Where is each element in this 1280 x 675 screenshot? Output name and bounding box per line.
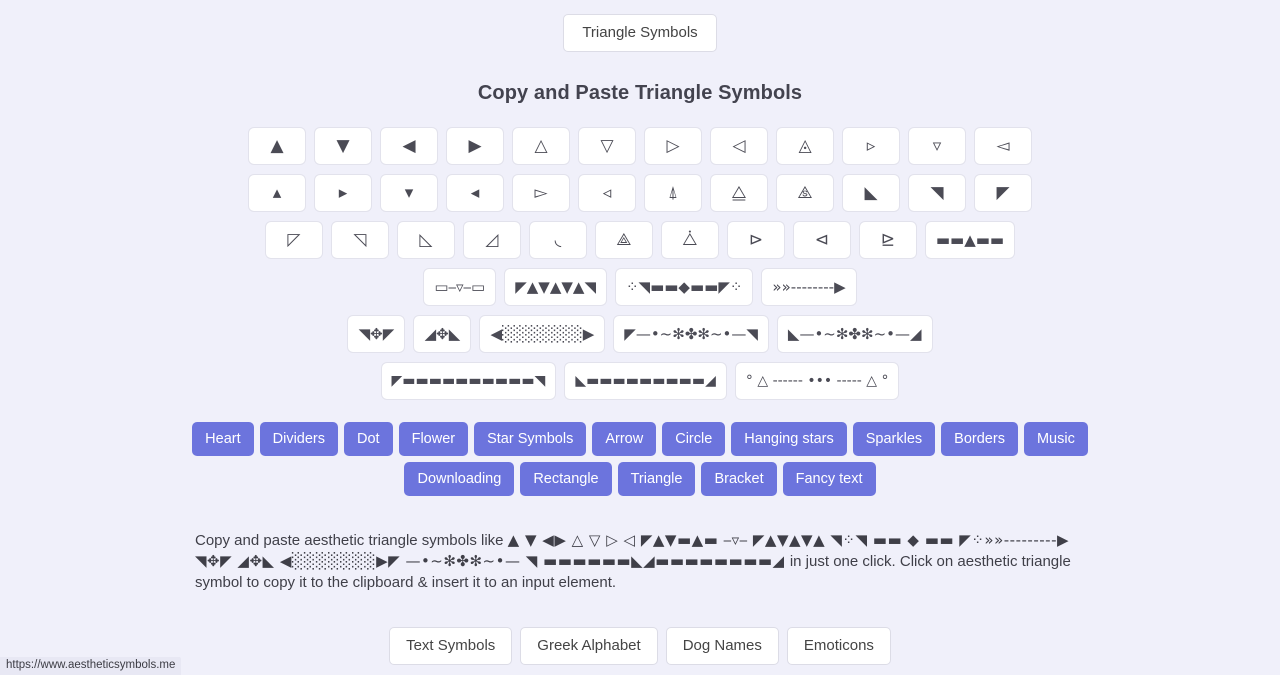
symbol-tile[interactable]: ⧊: [660, 221, 719, 259]
symbol-tile[interactable]: ▾: [380, 174, 438, 212]
symbol-tile[interactable]: ⊳: [726, 221, 785, 259]
description-lead: Copy and paste aesthetic triangle symbol…: [195, 532, 508, 549]
symbol-tile[interactable]: ⧌: [776, 174, 834, 212]
symbol-tile[interactable]: ◂: [446, 174, 504, 212]
symbol-tile[interactable]: ◣—•~✻✤✻~•—◢: [776, 315, 933, 353]
symbol-tile[interactable]: ◢✥◣: [413, 315, 472, 353]
symbol-row: ◥✥◤ ◢✥◣ ◀░░░░░░░▶ ◤—•~✻✤✻~•—◥ ◣—•~✻✤✻~•—…: [0, 315, 1280, 353]
description-text: Copy and paste aesthetic triangle symbol…: [195, 530, 1085, 593]
symbol-row: ▲ ▼ ◀ ▶ △ ▽ ▷ ◁ ◬ ▹ ▿ ◅: [0, 127, 1280, 165]
category-flower[interactable]: Flower: [398, 422, 469, 456]
symbol-tile[interactable]: ◀: [380, 127, 438, 165]
symbol-tile[interactable]: ▸: [314, 174, 372, 212]
symbol-tile[interactable]: ◤▬▬▬▬▬▬▬▬▬▬◥: [380, 362, 557, 400]
symbol-row: ▭⎯▿⎯▭ ◤▲▼▲▼▲◥ ⁘◥▬▬◆▬▬◤⁘ »»--------▶: [0, 268, 1280, 306]
symbol-tile[interactable]: ◥✥◤: [347, 315, 406, 353]
symbol-grid: ▲ ▼ ◀ ▶ △ ▽ ▷ ◁ ◬ ▹ ▿ ◅ ▴ ▸ ▾ ◂ ▻ ◃ ⍋ ⧋ …: [0, 127, 1280, 400]
symbol-tile[interactable]: ▷: [644, 127, 702, 165]
symbol-row: ▴ ▸ ▾ ◂ ▻ ◃ ⍋ ⧋ ⧌ ◣ ◥ ◤: [0, 174, 1280, 212]
top-nav: Triangle Symbols: [0, 14, 1280, 52]
symbol-tile[interactable]: ◤▲▼▲▼▲◥: [504, 268, 607, 306]
symbol-tile[interactable]: ◁: [710, 127, 768, 165]
symbol-tile[interactable]: ◹: [330, 221, 389, 259]
page-root: Triangle Symbols Copy and Paste Triangle…: [0, 0, 1280, 665]
symbol-tile[interactable]: ⟁: [594, 221, 653, 259]
symbol-tile[interactable]: ▭⎯▿⎯▭: [423, 268, 497, 306]
category-buttons: Heart Dividers Dot Flower Star Symbols A…: [0, 422, 1280, 496]
symbol-tile[interactable]: △: [512, 127, 570, 165]
page-title: Copy and Paste Triangle Symbols: [477, 82, 803, 104]
symbol-tile[interactable]: ▲: [248, 127, 306, 165]
symbol-row: ◤▬▬▬▬▬▬▬▬▬▬◥ ◣▬▬▬▬▬▬▬▬▬◢ ° △ ------ ••• …: [0, 362, 1280, 400]
symbol-tile[interactable]: ◟: [528, 221, 587, 259]
category-hanging-stars[interactable]: Hanging stars: [731, 422, 847, 456]
symbol-tile[interactable]: ◥: [908, 174, 966, 212]
category-dividers[interactable]: Dividers: [259, 422, 339, 456]
category-borders[interactable]: Borders: [941, 422, 1018, 456]
category-music[interactable]: Music: [1023, 422, 1088, 456]
category-dot[interactable]: Dot: [344, 422, 393, 456]
symbol-tile[interactable]: ▶: [446, 127, 504, 165]
category-arrow[interactable]: Arrow: [592, 422, 657, 456]
symbol-tile[interactable]: ◸: [264, 221, 323, 259]
status-bar-url: https://www.aestheticsymbols.me: [0, 657, 182, 675]
footer-nav: Text Symbols Greek Alphabet Dog Names Em…: [0, 627, 1280, 665]
symbol-tile[interactable]: ⍋: [644, 174, 702, 212]
symbol-tile[interactable]: ⊵: [858, 221, 917, 259]
symbol-tile[interactable]: ◤—•~✻✤✻~•—◥: [613, 315, 769, 353]
category-circle[interactable]: Circle: [662, 422, 726, 456]
symbol-tile[interactable]: ⊲: [792, 221, 851, 259]
category-row: Heart Dividers Dot Flower Star Symbols A…: [0, 422, 1280, 456]
symbol-tile[interactable]: ° △ ------ ••• ----- △ °: [734, 362, 900, 400]
footer-dog-names[interactable]: Dog Names: [665, 627, 779, 665]
footer-text-symbols[interactable]: Text Symbols: [389, 627, 513, 665]
symbol-tile[interactable]: ⁘◥▬▬◆▬▬◤⁘: [614, 268, 754, 306]
symbol-tile[interactable]: ▽: [578, 127, 636, 165]
symbol-tile[interactable]: ◤: [974, 174, 1032, 212]
symbol-tile[interactable]: ◿: [462, 221, 521, 259]
symbol-tile[interactable]: ◺: [396, 221, 455, 259]
category-heart[interactable]: Heart: [192, 422, 254, 456]
triangle-symbols-button[interactable]: Triangle Symbols: [563, 14, 717, 52]
symbol-tile[interactable]: ◣▬▬▬▬▬▬▬▬▬◢: [564, 362, 727, 400]
symbol-tile[interactable]: ▬▬▲▬▬: [924, 221, 1016, 259]
symbol-tile[interactable]: ▼: [314, 127, 372, 165]
category-star-symbols[interactable]: Star Symbols: [474, 422, 587, 456]
category-rectangle[interactable]: Rectangle: [520, 462, 612, 496]
category-sparkles[interactable]: Sparkles: [852, 422, 936, 456]
category-bracket[interactable]: Bracket: [701, 462, 777, 496]
symbol-tile[interactable]: ▴: [248, 174, 306, 212]
category-row: Downloading Rectangle Triangle Bracket F…: [0, 462, 1280, 496]
symbol-tile[interactable]: ◬: [776, 127, 834, 165]
footer-greek-alphabet[interactable]: Greek Alphabet: [520, 627, 658, 665]
symbol-tile[interactable]: ▿: [908, 127, 966, 165]
symbol-tile[interactable]: »»--------▶: [761, 268, 857, 306]
category-downloading[interactable]: Downloading: [404, 462, 515, 496]
symbol-row: ◸ ◹ ◺ ◿ ◟ ⟁ ⧊ ⊳ ⊲ ⊵ ▬▬▲▬▬: [0, 221, 1280, 259]
symbol-tile[interactable]: ◣: [842, 174, 900, 212]
symbol-tile[interactable]: ◅: [974, 127, 1032, 165]
footer-emoticons[interactable]: Emoticons: [786, 627, 891, 665]
symbol-tile[interactable]: ◃: [578, 174, 636, 212]
symbol-tile[interactable]: ◀░░░░░░░▶: [479, 315, 606, 353]
symbol-tile[interactable]: ▻: [512, 174, 570, 212]
category-fancy-text[interactable]: Fancy text: [782, 462, 876, 496]
category-triangle[interactable]: Triangle: [617, 462, 696, 496]
symbol-tile[interactable]: ⧋: [710, 174, 768, 212]
symbol-tile[interactable]: ▹: [842, 127, 900, 165]
